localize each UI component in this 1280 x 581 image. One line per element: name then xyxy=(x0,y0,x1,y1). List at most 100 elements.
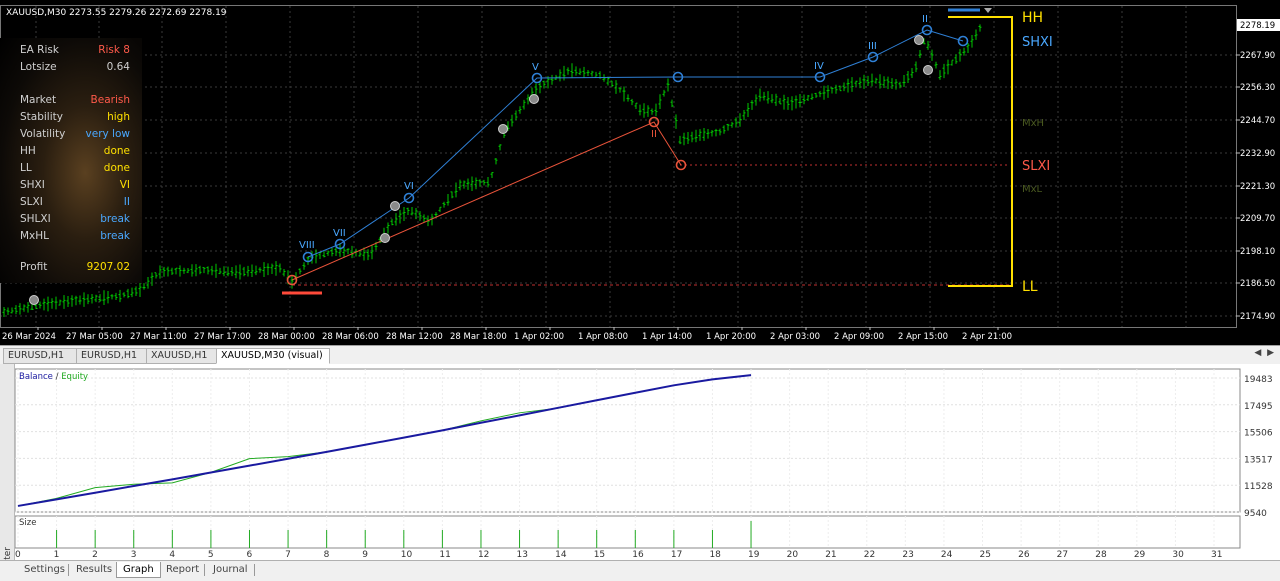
tab-scroll-arrows[interactable]: ◀ ▶ xyxy=(1254,348,1274,358)
graph-x-label: 21 xyxy=(825,550,836,560)
ea-row-value: break xyxy=(100,230,130,242)
legend-separator: / xyxy=(53,372,61,382)
shxi-label: SHXI xyxy=(1022,35,1053,50)
graph-x-label: 1 xyxy=(54,550,60,560)
ea-row-key: SHLXI xyxy=(20,213,51,225)
x-axis-label: 1 Apr 02:00 xyxy=(514,332,564,342)
ea-row-value: done xyxy=(103,145,130,157)
ea-row-key: Market xyxy=(20,94,57,106)
current-price-label: 2278.19 xyxy=(1240,21,1275,31)
balance-equity-graph: 194831749515506135171152895400 1 2 3 4 5 6 7 8 9 1… xyxy=(14,368,1273,560)
graph-x-label: 10 xyxy=(401,550,413,560)
x-axis-label: 27 Mar 17:00 xyxy=(194,332,251,342)
tester-side-label[interactable]: Tester xyxy=(0,364,15,580)
scroll-right-icon[interactable]: ▶ xyxy=(1267,348,1274,358)
symbol-info: XAUUSD,M30 2273.55 2279.26 2272.69 2278.… xyxy=(6,8,227,18)
graph-x-label: 2 xyxy=(92,550,98,560)
tab-journal[interactable]: Journal xyxy=(207,562,254,577)
trade-marker xyxy=(498,124,508,134)
price-chart[interactable]: 2267.90 2256.30 2244.70 2232.90 2221.30 2209.… xyxy=(0,0,1280,345)
ea-row-key: MxHL xyxy=(20,230,50,242)
trade-marker xyxy=(923,65,933,75)
graph-x-label: 4 xyxy=(169,550,175,560)
ea-row-key: SHXI xyxy=(20,179,45,191)
price-chart-area[interactable]: 2267.90 2256.30 2244.70 2232.90 2221.30 2209.… xyxy=(0,0,1280,345)
tab-results[interactable]: Results xyxy=(70,562,118,577)
ea-row-key: SLXI xyxy=(20,196,43,208)
x-axis-label: 2 Apr 15:00 xyxy=(898,332,948,342)
graph-x-label: 15 xyxy=(594,550,605,560)
ea-row-value: done xyxy=(103,162,130,174)
y-axis-label: 2174.90 xyxy=(1240,312,1275,322)
graph-x-label: 29 xyxy=(1134,550,1146,560)
graph-x-label: 24 xyxy=(941,550,953,560)
graph-x-label: 0 xyxy=(15,550,21,560)
ea-info-panel: EA Risk Risk 8 Lotsize 0.64 Market Bearish Sta… xyxy=(0,38,142,283)
chart-shift-icon[interactable] xyxy=(984,8,992,13)
graph-y-label: 15506 xyxy=(1244,429,1273,439)
candles xyxy=(2,24,982,317)
legend-equity: Equity xyxy=(61,372,88,382)
graph-x-label: 13 xyxy=(517,550,528,560)
x-axis-label: 27 Mar 05:00 xyxy=(66,332,123,342)
chart-tab-xauusd-m30-visual[interactable]: XAUUSD,M30 (visual) xyxy=(216,348,330,364)
chart-tab-eurusd-h1-2[interactable]: EURUSD,H1 xyxy=(76,348,152,364)
scroll-left-icon[interactable]: ◀ xyxy=(1254,348,1261,358)
graph-x-label: 19 xyxy=(748,550,760,560)
y-axis-label: 2267.90 xyxy=(1240,51,1275,61)
graph-frame xyxy=(14,368,1241,513)
y-axis-label: 2221.30 xyxy=(1240,182,1275,192)
graph-x-label: 22 xyxy=(864,550,875,560)
swing-low-line xyxy=(291,121,682,281)
y-axis-label: 2256.30 xyxy=(1240,83,1275,93)
graph-x-label: 7 xyxy=(285,550,291,560)
graph-x-label: 31 xyxy=(1211,550,1222,560)
ea-row-key: HH xyxy=(20,145,36,157)
trade-marker xyxy=(529,94,539,104)
tab-graph[interactable]: Graph xyxy=(116,562,161,578)
mxh-label: MxH xyxy=(1022,118,1044,129)
swing-low-label: II xyxy=(651,129,657,140)
graph-y-label: 11528 xyxy=(1244,482,1273,492)
chart-tab-eurusd-h1-1[interactable]: EURUSD,H1 xyxy=(3,348,79,364)
ea-row-value: high xyxy=(107,111,130,123)
x-axis-label: 28 Mar 06:00 xyxy=(322,332,379,342)
graph-x-label: 8 xyxy=(324,550,330,560)
size-label: Size xyxy=(19,518,36,528)
graph-x-label: 6 xyxy=(246,550,252,560)
graph-x-label: 23 xyxy=(902,550,913,560)
swing-high-label: V xyxy=(532,62,539,73)
trade-marker xyxy=(914,35,924,45)
hh-label: HH xyxy=(1022,10,1043,26)
ea-row-value: 0.64 xyxy=(106,61,130,73)
ea-row-key: Lotsize xyxy=(20,61,57,73)
swing-high-label: VIII xyxy=(299,240,315,251)
swing-high-label: VI xyxy=(404,181,414,192)
x-axis-label: 2 Apr 09:00 xyxy=(834,332,884,342)
slxi-label: SLXI xyxy=(1022,159,1050,174)
x-axis-label: 28 Mar 18:00 xyxy=(450,332,507,342)
ea-row-value: Risk 8 xyxy=(98,44,130,56)
graph-x-label: 25 xyxy=(980,550,991,560)
ea-row-key: Volatility xyxy=(20,128,66,140)
x-axis-label: 2 Apr 21:00 xyxy=(962,332,1012,342)
ea-row-value: II xyxy=(123,196,130,208)
ea-row-key: LL xyxy=(20,162,32,174)
size-frame xyxy=(14,515,1241,549)
swing-high-label: VII xyxy=(333,228,346,239)
trade-marker xyxy=(380,233,390,243)
swing-high-label: IV xyxy=(814,61,824,72)
graph-x-label: 26 xyxy=(1018,550,1030,560)
chart-tab-xauusd-h1[interactable]: XAUUSD,H1 xyxy=(146,348,220,364)
ea-row-key: Stability xyxy=(20,111,63,123)
ea-row-value: very low xyxy=(85,128,130,140)
graph-x-label: 3 xyxy=(131,550,137,560)
tab-report[interactable]: Report xyxy=(160,562,205,577)
x-axis-label: 1 Apr 20:00 xyxy=(706,332,756,342)
x-axis-label: 1 Apr 14:00 xyxy=(642,332,692,342)
tab-settings[interactable]: Settings xyxy=(18,562,71,577)
graph-x-label: 5 xyxy=(208,550,214,560)
x-axis-label: 26 Mar 2024 xyxy=(2,332,56,342)
ea-row-value: break xyxy=(100,213,130,225)
graph-legend: Balance / Equity xyxy=(19,372,88,382)
